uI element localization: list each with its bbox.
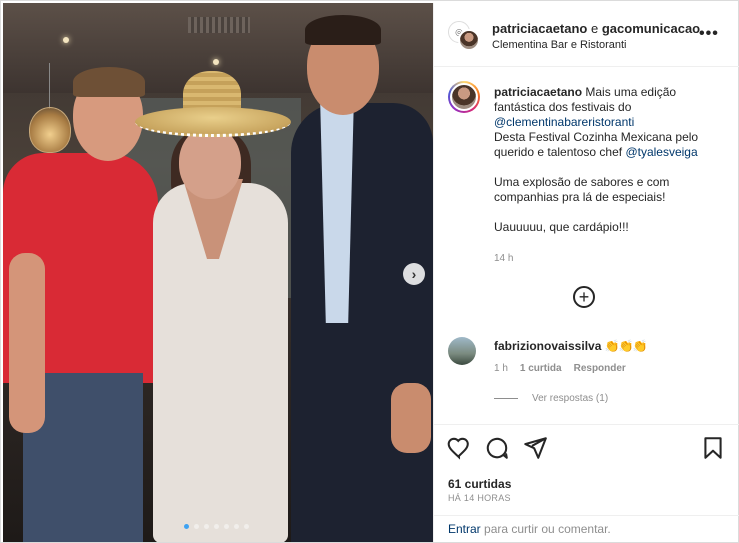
collab-avatars[interactable]: ◎ — [448, 21, 482, 51]
person-left-hair — [73, 67, 145, 97]
share-icon[interactable] — [522, 435, 548, 461]
post-side-panel: ◎ patriciacaetano e gacomunicacao Clemen… — [433, 3, 739, 542]
login-link[interactable]: Entrar — [448, 522, 481, 536]
comment-meta: 1 h 1 curtida Responder — [494, 363, 626, 374]
author-joiner: e — [591, 21, 599, 36]
caption-avatar[interactable] — [448, 81, 480, 113]
carousel-dot — [234, 524, 239, 529]
carousel-dot — [214, 524, 219, 529]
carousel-dot — [184, 524, 189, 529]
carousel-dot — [244, 524, 249, 529]
post-authors[interactable]: patriciacaetano e gacomunicacao — [492, 21, 700, 36]
login-footer: Entrar para curtir ou comentar. — [434, 515, 739, 542]
person-right-hair — [305, 15, 381, 45]
avatar — [450, 83, 478, 111]
add-circle-icon[interactable]: + — [573, 286, 595, 308]
pendant-lamp — [29, 107, 71, 153]
comment-emoji: 👏👏👏 — [604, 339, 648, 353]
comment-icon[interactable] — [484, 435, 510, 461]
caption-text-3: Uma explosão de sabores e com companhias… — [494, 175, 670, 204]
person-left-arm — [9, 253, 45, 433]
post-header: ◎ patriciacaetano e gacomunicacao Clemen… — [434, 3, 739, 67]
carousel-dot — [194, 524, 199, 529]
bookmark-icon[interactable] — [700, 435, 726, 461]
comment-text: fabrizionovaissilva 👏👏👏 — [494, 339, 648, 353]
more-icon[interactable]: ••• — [699, 25, 719, 43]
person-center-head — [179, 127, 241, 199]
author-secondary[interactable]: gacomunicacao — [602, 21, 700, 36]
view-replies-label: Ver respostas (1) — [532, 393, 609, 404]
comment-time: 1 h — [494, 363, 508, 374]
next-photo-button[interactable]: › — [403, 263, 425, 285]
person-right-hand — [391, 383, 431, 453]
comment-avatar[interactable] — [448, 337, 476, 365]
ceiling-light — [213, 59, 219, 65]
caption-time: 14 h — [494, 253, 514, 264]
ceiling-light — [63, 37, 69, 43]
carousel-dot — [224, 524, 229, 529]
instagram-post-frame: › ◎ patriciacaetano e gacomunicacao Clem… — [0, 0, 739, 543]
replies-divider — [494, 398, 518, 399]
like-count[interactable]: 61 curtidas — [448, 477, 511, 491]
post-timestamp: HÁ 14 HORAS — [448, 493, 511, 503]
post-actions: 61 curtidas HÁ 14 HORAS — [434, 424, 739, 516]
caption-mention-1[interactable]: @clementinabareristoranti — [494, 115, 634, 129]
collab-avatar-primary[interactable] — [458, 29, 480, 51]
caption-username[interactable]: patriciacaetano — [494, 85, 582, 99]
ceiling-vent — [188, 17, 250, 33]
carousel-dots — [184, 524, 249, 529]
carousel-dot — [204, 524, 209, 529]
comment-username[interactable]: fabrizionovaissilva — [494, 339, 601, 353]
post-location[interactable]: Clementina Bar e Ristoranti — [492, 39, 627, 51]
caption-text-4: Uauuuuu, que cardápio!!! — [494, 220, 629, 234]
lamp-wire — [49, 63, 50, 109]
view-replies-button[interactable]: Ver respostas (1) — [494, 393, 608, 404]
post-caption: patriciacaetano Mais uma edição fantásti… — [494, 85, 726, 235]
chevron-right-icon: › — [411, 266, 417, 282]
person-right-suit — [291, 103, 433, 542]
author-primary[interactable]: patriciacaetano — [492, 21, 587, 36]
heart-icon[interactable] — [446, 435, 472, 461]
post-photo[interactable]: › — [3, 3, 433, 542]
comment-likes[interactable]: 1 curtida — [520, 363, 562, 374]
caption-mention-2[interactable]: @tyalesveiga — [625, 145, 697, 159]
login-prompt: para curtir ou comentar. — [484, 522, 611, 536]
sombrero-brim — [135, 107, 291, 137]
comment-reply-button[interactable]: Responder — [574, 363, 626, 374]
